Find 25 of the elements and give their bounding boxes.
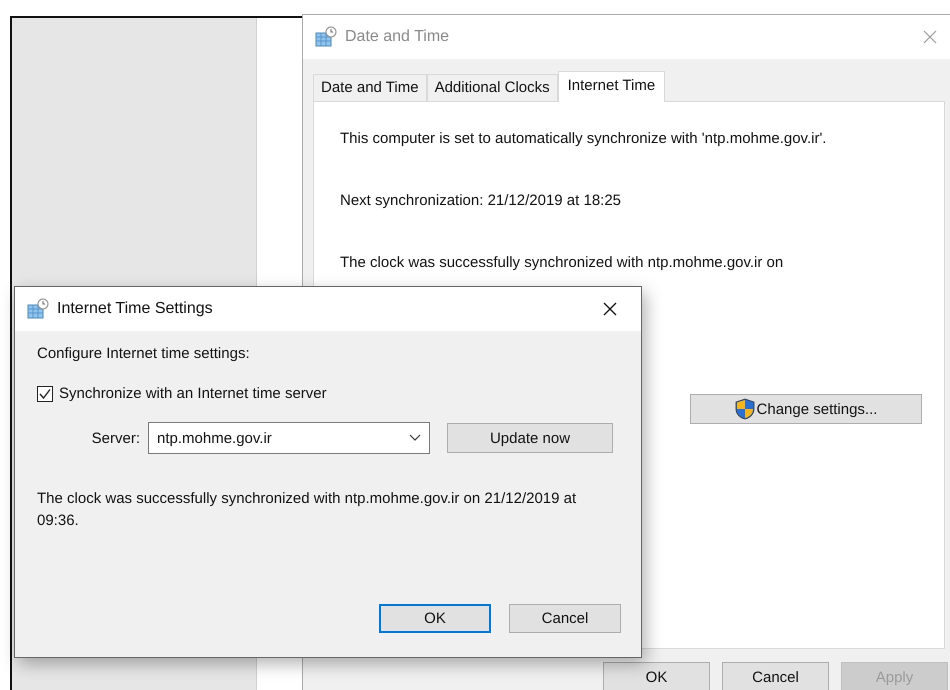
dialog-button[interactable]: Cancel	[722, 662, 829, 690]
tab[interactable]: Additional Clocks	[426, 74, 558, 101]
update-now-button[interactable]: Update now	[447, 423, 613, 453]
dialog-button[interactable]: Cancel	[509, 604, 621, 633]
calendar-clock-icon	[27, 298, 49, 320]
tab[interactable]: Internet Time	[558, 71, 666, 102]
next-sync-text: Next synchronization: 21/12/2019 at 18:25	[340, 192, 622, 210]
server-label: Server:	[90, 430, 141, 446]
settings-heading: Configure Internet time settings:	[37, 345, 251, 363]
sync-status-text: The clock was successfully synchronized with ntp.mohme.gov.ir on 21/12/2019 at 09:36.	[37, 489, 578, 531]
close-icon[interactable]	[603, 302, 617, 316]
calendar-clock-icon	[315, 26, 337, 48]
sync-checkbox[interactable]	[37, 386, 53, 402]
dialog-title: Internet Time Settings	[57, 300, 213, 318]
sync-info-text: This computer is set to automatically synchronize with 'ntp.mohme.gov.ir'.	[340, 130, 828, 148]
dialog-button[interactable]: OK	[603, 662, 710, 690]
dialog-button[interactable]: OK	[379, 604, 491, 633]
checkbox-label[interactable]: Synchronize with an Internet time server	[59, 385, 327, 402]
chevron-down-icon	[409, 434, 421, 442]
window-title: Date and Time	[345, 28, 450, 46]
change-settings-button[interactable]: Change settings...	[690, 394, 922, 424]
shield-icon	[734, 398, 755, 420]
last-sync-text: The clock was successfully synchronized with ntp.mohme.gov.ir on	[340, 254, 784, 272]
tab[interactable]: Date and Time	[313, 74, 427, 101]
server-combo-box[interactable]: ntp.mohme.gov.ir	[148, 422, 430, 454]
